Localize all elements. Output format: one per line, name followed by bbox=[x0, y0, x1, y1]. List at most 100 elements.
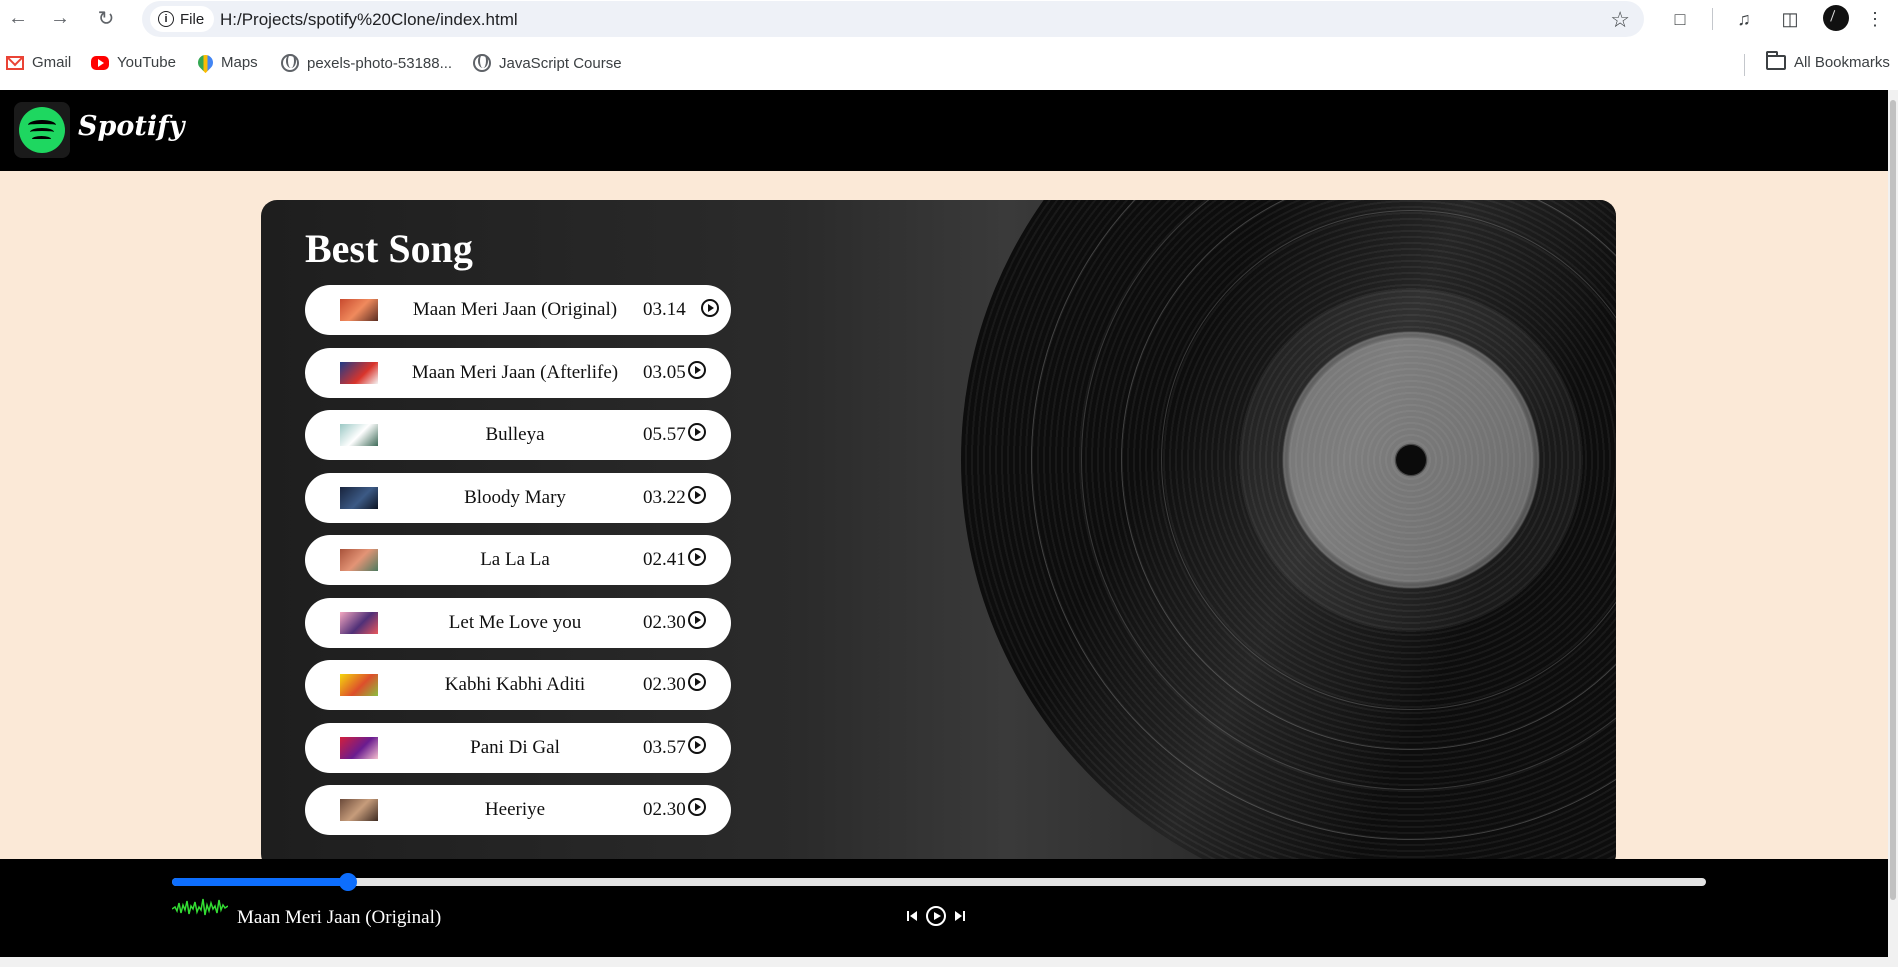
previous-track-icon[interactable] bbox=[906, 910, 918, 922]
bookmark-label: Maps bbox=[221, 54, 258, 71]
address-bar[interactable]: i File H:/Projects/spotify%20Clone/index… bbox=[142, 1, 1644, 37]
play-circle-icon[interactable] bbox=[688, 735, 706, 754]
song-title: Pani Di Gal bbox=[470, 736, 560, 758]
vinyl-record-image bbox=[961, 200, 1616, 870]
song-duration: 02.30 bbox=[643, 611, 686, 633]
song-duration: 03.22 bbox=[643, 486, 686, 508]
song-item[interactable]: Heeriye 02.30 bbox=[305, 785, 731, 835]
globe-icon bbox=[473, 54, 491, 72]
url-text[interactable]: H:/Projects/spotify%20Clone/index.html bbox=[220, 10, 518, 30]
play-circle-icon[interactable] bbox=[688, 423, 706, 441]
horizontal-scrollbar[interactable] bbox=[0, 957, 1888, 967]
song-item[interactable]: Bulleya 05.57 bbox=[305, 410, 731, 460]
progress-thumb[interactable] bbox=[339, 873, 358, 891]
reload-icon[interactable]: ↻ bbox=[94, 6, 118, 30]
song-cover-image bbox=[340, 799, 378, 821]
song-duration: 03.05 bbox=[643, 361, 686, 383]
youtube-icon bbox=[91, 55, 109, 70]
vertical-scrollbar[interactable] bbox=[1888, 90, 1898, 967]
sound-wave-icon bbox=[172, 898, 228, 916]
bookmark-javascript-course[interactable]: JavaScript Course bbox=[473, 54, 622, 72]
info-icon: i bbox=[158, 11, 174, 27]
song-item[interactable]: Maan Meri Jaan (Original) 03.14 bbox=[305, 285, 731, 335]
play-circle-icon[interactable] bbox=[688, 485, 706, 504]
bookmark-label: pexels-photo-53188... bbox=[307, 54, 453, 72]
section-title: Best Song bbox=[305, 226, 473, 271]
songs-container: Best Song Maan Meri Jaan (Original) 03.1… bbox=[261, 200, 1616, 870]
song-title: La La La bbox=[480, 549, 550, 570]
song-duration: 02.30 bbox=[643, 674, 686, 695]
site-info-chip[interactable]: i File bbox=[150, 6, 215, 32]
maps-icon bbox=[194, 51, 217, 74]
song-item[interactable]: Kabhi Kabhi Aditi 02.30 bbox=[305, 660, 731, 710]
app-navbar: Spotify bbox=[0, 90, 1888, 171]
song-cover-image bbox=[340, 424, 378, 446]
song-cover-image bbox=[340, 736, 378, 759]
song-duration: 02.30 bbox=[643, 799, 686, 820]
browser-toolbar: ← → ↻ i File H:/Projects/spotify%20Clone… bbox=[0, 0, 1898, 37]
gmail-icon bbox=[6, 55, 24, 70]
site-chip-label: File bbox=[180, 10, 205, 28]
toolbar-divider bbox=[1712, 8, 1713, 30]
bookmark-label: Gmail bbox=[32, 54, 72, 71]
play-circle-icon[interactable] bbox=[688, 360, 706, 379]
folder-icon bbox=[1766, 51, 1786, 70]
song-duration: 03.57 bbox=[643, 736, 686, 758]
song-cover-image bbox=[340, 674, 378, 696]
song-title: Heeriye bbox=[484, 799, 546, 820]
play-circle-icon[interactable] bbox=[688, 610, 706, 629]
song-title: Bloody Mary bbox=[464, 486, 566, 508]
play-pause-icon[interactable] bbox=[926, 906, 946, 926]
extensions-icon[interactable]: □ bbox=[1667, 6, 1693, 32]
song-item[interactable]: Maan Meri Jaan (Afterlife) 03.05 bbox=[305, 347, 731, 398]
song-title: Maan Meri Jaan (Original) bbox=[412, 299, 618, 320]
back-arrow-icon[interactable]: ← bbox=[6, 6, 30, 30]
song-item[interactable]: Pani Di Gal 03.57 bbox=[305, 722, 731, 773]
play-circle-icon[interactable] bbox=[688, 798, 706, 816]
bookmark-maps[interactable]: Maps bbox=[194, 51, 258, 74]
profile-avatar[interactable] bbox=[1823, 5, 1849, 31]
play-circle-icon[interactable] bbox=[688, 548, 706, 566]
playback-controls bbox=[906, 906, 966, 926]
all-bookmarks-button[interactable]: All Bookmarks bbox=[1766, 51, 1890, 71]
bottom-player: Maan Meri Jaan (Original) bbox=[0, 859, 1888, 957]
bookmark-pexels[interactable]: pexels-photo-53188... bbox=[281, 54, 452, 72]
song-duration: 05.57 bbox=[643, 424, 686, 445]
song-duration: 02.41 bbox=[643, 549, 686, 570]
song-item[interactable]: Bloody Mary 03.22 bbox=[305, 472, 731, 523]
bookmark-star-icon[interactable]: ☆ bbox=[1610, 7, 1630, 33]
next-track-icon[interactable] bbox=[954, 910, 966, 922]
song-title: Bulleya bbox=[485, 424, 545, 445]
song-cover-image bbox=[340, 486, 378, 509]
song-cover-image bbox=[340, 361, 378, 384]
brand-name: Spotify bbox=[78, 111, 185, 142]
page-viewport: Spotify Best Song Maan Meri Jaan (Origin… bbox=[0, 90, 1888, 957]
progress-slider[interactable] bbox=[172, 873, 1706, 891]
menu-kebab-icon[interactable]: ⋮ bbox=[1862, 6, 1888, 32]
play-circle-icon[interactable] bbox=[688, 673, 706, 691]
all-bookmarks-label: All Bookmarks bbox=[1794, 54, 1890, 71]
scrollbar-thumb[interactable] bbox=[1890, 100, 1896, 900]
song-title: Let Me Love you bbox=[448, 611, 582, 633]
bookmarks-divider bbox=[1744, 54, 1745, 76]
song-title: Kabhi Kabhi Aditi bbox=[444, 674, 586, 695]
song-cover-image bbox=[340, 299, 378, 321]
spotify-logo-icon[interactable] bbox=[14, 102, 70, 158]
song-item[interactable]: La La La 02.41 bbox=[305, 535, 731, 585]
bookmark-youtube[interactable]: YouTube bbox=[91, 54, 176, 71]
song-title: Maan Meri Jaan (Afterlife) bbox=[411, 361, 619, 383]
forward-arrow-icon[interactable]: → bbox=[48, 6, 72, 30]
bookmark-gmail[interactable]: Gmail bbox=[6, 54, 71, 71]
media-controls-icon[interactable]: ♫ bbox=[1731, 6, 1757, 32]
song-cover-image bbox=[340, 549, 378, 571]
progress-fill bbox=[172, 878, 349, 886]
song-list: Maan Meri Jaan (Original) 03.14 Maan Mer… bbox=[305, 285, 731, 848]
side-panel-icon[interactable]: ◫ bbox=[1777, 6, 1803, 32]
bookmarks-bar: Gmail YouTube Maps pexels-photo-53188...… bbox=[0, 44, 1898, 84]
now-playing-title: Maan Meri Jaan (Original) bbox=[237, 907, 442, 928]
song-item[interactable]: Let Me Love you 02.30 bbox=[305, 597, 731, 648]
play-circle-icon[interactable] bbox=[701, 299, 719, 317]
song-cover-image bbox=[340, 611, 378, 634]
globe-icon bbox=[281, 54, 299, 72]
bookmark-label: JavaScript Course bbox=[499, 54, 622, 72]
